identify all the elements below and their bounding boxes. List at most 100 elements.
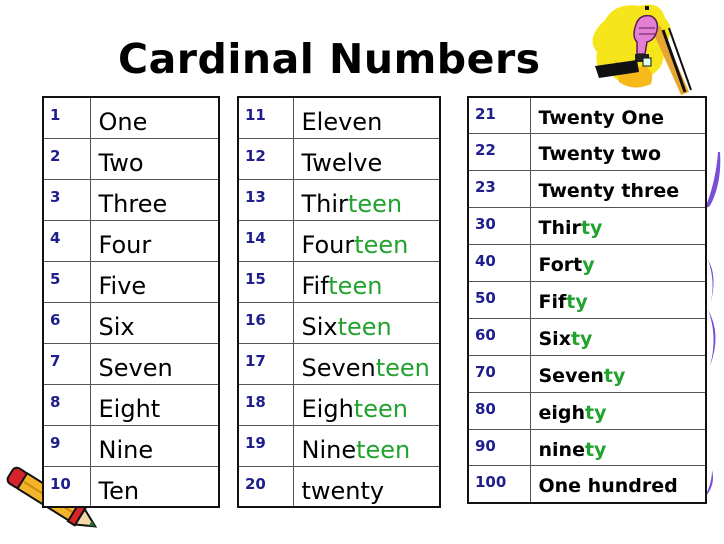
word-cell: Fourteen [292, 219, 441, 262]
number-cell: 22 [467, 133, 531, 172]
table-row: 4 Four [42, 219, 220, 262]
word-base: Twenty One [538, 107, 665, 129]
numbers-table-11-to-20: 11 Eleven 12 Twelve 13 Thirteen 14 Fourteen 15 Fi… [237, 96, 441, 508]
word-suffix-highlight: teen [375, 353, 430, 382]
number-cell: 21 [467, 96, 531, 135]
number-cell: 18 [237, 383, 294, 426]
table-row: 22 Twenty two [467, 133, 707, 172]
word-base: eigh [538, 401, 586, 424]
word-cell: Twenty One [529, 96, 707, 135]
fist-clipart-icon [592, 4, 692, 95]
table-row: 21 Twenty One [467, 96, 707, 135]
table-row: 3 Three [42, 178, 220, 221]
word-base: Four [98, 230, 152, 259]
word-base: twenty [301, 476, 385, 505]
table-row: 9 Nine [42, 424, 220, 467]
table-row: 13 Thirteen [237, 178, 441, 221]
word-suffix-highlight: teen [353, 394, 408, 423]
word-cell: Twelve [292, 137, 441, 180]
word-base: Thir [538, 217, 581, 240]
word-cell: Eight [89, 383, 220, 426]
table-row: 16 Sixteen [237, 301, 441, 344]
number-cell: 8 [42, 383, 91, 426]
word-suffix-highlight: teen [356, 435, 411, 464]
word-suffix-highlight: ty [584, 438, 607, 461]
number-cell: 5 [42, 260, 91, 303]
numbers-table-1-to-10: 1 One 2 Two 3 Three 4 Four 5 Five 6 Six 7 Seven 8 Eight… [42, 96, 220, 508]
table-row: 6 Six [42, 301, 220, 344]
table-row: 50 Fifty [467, 280, 707, 319]
table-row: 100 One hundred [467, 465, 707, 504]
word-suffix-highlight: ty [603, 364, 626, 387]
number-cell: 9 [42, 424, 91, 467]
number-cell: 1 [42, 96, 91, 139]
number-cell: 40 [467, 244, 531, 282]
word-base: Three [98, 189, 168, 218]
number-cell: 19 [237, 424, 294, 467]
table-row: 8 Eight [42, 383, 220, 426]
word-cell: Eighteen [292, 383, 441, 426]
page-title: Cardinal Numbers [118, 35, 541, 83]
number-cell: 90 [467, 428, 531, 467]
word-base: Eleven [301, 108, 383, 136]
word-suffix-highlight: teen [328, 271, 383, 300]
table-row: 70 Seventy [467, 354, 707, 393]
word-base: Fif [301, 271, 329, 300]
number-cell: 17 [237, 342, 294, 385]
word-base: Twelve [301, 148, 383, 177]
word-base: Ten [98, 476, 140, 505]
word-cell: Sixteen [292, 301, 441, 344]
word-base: Six [301, 312, 338, 341]
word-base: Nine [301, 435, 357, 464]
word-base: Eight [98, 394, 161, 423]
word-suffix-highlight: ty [570, 327, 593, 350]
word-base: Five [98, 271, 147, 300]
word-cell: Nineteen [292, 424, 441, 467]
table-row: 11 Eleven [237, 96, 441, 139]
number-cell: 7 [42, 342, 91, 385]
word-cell: One hundred [529, 465, 707, 504]
word-suffix-highlight: ty [580, 217, 603, 240]
table-row: 40 Forty [467, 244, 707, 282]
table-row: 20 twenty [237, 465, 441, 508]
table-row: 14 Fourteen [237, 219, 441, 262]
number-cell: 16 [237, 301, 294, 344]
number-cell: 14 [237, 219, 294, 262]
word-cell: Seventy [529, 354, 707, 393]
word-cell: Four [89, 219, 220, 262]
number-cell: 2 [42, 137, 91, 180]
table-row: 5 Five [42, 260, 220, 303]
table-row: 1 One [42, 96, 220, 139]
word-cell: eighty [529, 391, 707, 430]
word-suffix-highlight: y [582, 254, 595, 277]
word-cell: Seven [89, 342, 220, 385]
word-base: nine [538, 438, 585, 461]
number-cell: 10 [42, 465, 91, 508]
word-base: Seven [98, 353, 173, 382]
word-cell: ninety [529, 428, 707, 467]
table-row: 15 Fifteen [237, 260, 441, 303]
number-cell: 3 [42, 178, 91, 221]
table-row: 2 Two [42, 137, 220, 180]
word-cell: Thirty [529, 207, 707, 246]
number-cell: 80 [467, 391, 531, 430]
word-cell: Nine [89, 424, 220, 467]
word-base: Seven [538, 364, 604, 387]
word-suffix-highlight: ty [566, 290, 588, 313]
word-base: Twenty two [538, 143, 662, 166]
word-cell: Sixty [529, 317, 707, 356]
word-base: Thir [301, 189, 348, 218]
word-base: One [98, 108, 148, 136]
word-base: Nine [98, 435, 154, 464]
word-cell: Thirteen [292, 178, 441, 221]
word-base: One hundred [538, 475, 678, 498]
number-cell: 60 [467, 317, 531, 356]
word-cell: Six [89, 301, 220, 344]
word-cell: Seventeen [292, 342, 441, 385]
word-cell: Three [89, 178, 220, 221]
table-row: 10 Ten [42, 465, 220, 508]
table-row: 17 Seventeen [237, 342, 441, 385]
word-cell: Two [89, 137, 220, 180]
table-row: 30 Thirty [467, 207, 707, 246]
number-cell: 6 [42, 301, 91, 344]
